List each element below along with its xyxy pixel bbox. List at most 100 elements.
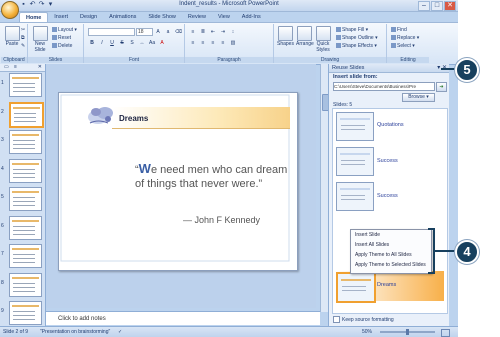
justify-icon[interactable]: ≡ xyxy=(219,39,227,47)
underline-icon[interactable]: U xyxy=(108,39,116,47)
close-pane-icon[interactable]: ✕ xyxy=(38,64,42,70)
line-spacing-icon[interactable]: ↕ xyxy=(229,28,237,36)
reset-button[interactable]: Reset xyxy=(52,35,71,41)
clear-formatting-icon[interactable]: ⌫ xyxy=(174,28,182,36)
step-5-callout: 5 xyxy=(455,58,479,82)
bold-icon[interactable]: B xyxy=(88,39,96,47)
office-button[interactable] xyxy=(1,1,19,19)
paragraph-group-label: Paragraph xyxy=(185,57,273,63)
tab-review[interactable]: Review xyxy=(182,12,212,22)
strikethrough-icon[interactable]: S xyxy=(118,39,126,47)
slide-thumbnail[interactable] xyxy=(9,73,42,97)
slide-thumbnail[interactable] xyxy=(9,130,42,154)
fit-to-window-icon[interactable] xyxy=(441,329,450,337)
tab-slide-show[interactable]: Slide Show xyxy=(142,12,182,22)
spacing-icon[interactable]: ↔ xyxy=(138,39,146,47)
layout-button[interactable]: Layout ▾ xyxy=(52,27,77,33)
select-button[interactable]: Select ▾ xyxy=(391,43,415,49)
shadow-icon[interactable]: S xyxy=(128,39,136,47)
tab-add-ins[interactable]: Add-Ins xyxy=(236,12,267,22)
find-button[interactable]: Find xyxy=(391,27,407,33)
paste-button[interactable]: Paste xyxy=(4,26,20,47)
italic-icon[interactable]: I xyxy=(98,39,106,47)
ribbon: Paste ✂ ⧉ ✎ Clipboard New Slide Layout ▾… xyxy=(0,22,458,65)
quick-styles-button[interactable]: Quick Styles xyxy=(315,26,331,53)
slide-position: Slide 2 of 9 xyxy=(3,329,29,335)
close-button[interactable]: ✕ xyxy=(444,1,456,11)
menu-insert-all-slides[interactable]: Insert All Slides xyxy=(355,242,389,248)
menu-apply-theme-all[interactable]: Apply Theme to All Slides xyxy=(355,252,412,258)
numbering-icon[interactable]: ≣ xyxy=(199,28,207,36)
slide-thumbnail[interactable] xyxy=(9,158,42,183)
font-color-icon[interactable]: A xyxy=(158,39,166,47)
slide-thumbnail-selected[interactable] xyxy=(9,101,44,128)
slide-thumbnail[interactable] xyxy=(9,187,42,211)
callout-5-leader xyxy=(441,68,456,70)
shape-outline-button[interactable]: Shape Outline ▾ xyxy=(336,35,378,41)
cut-icon[interactable]: ✂ xyxy=(21,27,25,33)
shape-fill-button[interactable]: Shape Fill ▾ xyxy=(336,27,368,33)
increase-indent-icon[interactable]: ⇥ xyxy=(219,28,227,36)
tab-design[interactable]: Design xyxy=(74,12,103,22)
slide-thumbnail[interactable] xyxy=(9,215,42,240)
current-slide[interactable]: Dreams “We need men who can dream of thi… xyxy=(58,92,298,271)
minimize-button[interactable]: – xyxy=(418,1,430,11)
keep-source-formatting[interactable]: Keep source formatting xyxy=(333,316,394,323)
keep-formatting-checkbox[interactable] xyxy=(333,316,340,323)
delete-button[interactable]: Delete xyxy=(52,43,72,49)
reuse-slide-thumb[interactable] xyxy=(336,112,374,141)
bullets-icon[interactable]: ≡ xyxy=(189,28,197,36)
quote-author[interactable]: — John F Kennedy xyxy=(183,215,260,225)
outline-tab-icon[interactable]: ≡ xyxy=(14,64,17,70)
font-size-box[interactable]: 18 xyxy=(136,28,153,36)
reuse-slide-thumb-selected[interactable] xyxy=(336,272,376,303)
slide-thumbnail[interactable] xyxy=(9,272,42,297)
font-format-controls: B I U S S ↔ Aa A xyxy=(88,39,166,47)
reuse-slide-label[interactable]: Quotations xyxy=(377,122,404,128)
go-arrow-button[interactable]: ➜ xyxy=(436,82,447,92)
align-left-icon[interactable]: ≡ xyxy=(189,39,197,47)
arrange-button[interactable]: Arrange xyxy=(296,26,314,47)
replace-button[interactable]: Replace ▾ xyxy=(391,35,419,41)
tab-view[interactable]: View xyxy=(212,12,236,22)
slide-thumbnail[interactable] xyxy=(9,244,42,268)
shapes-button[interactable]: Shapes xyxy=(277,26,294,47)
shape-effects-button[interactable]: Shape Effects ▾ xyxy=(336,43,377,49)
font-name-box[interactable] xyxy=(88,28,135,36)
reuse-slide-label[interactable]: Success xyxy=(377,193,398,199)
menu-insert-slide[interactable]: Insert Slide xyxy=(355,232,380,238)
change-case-icon[interactable]: Aa xyxy=(148,39,156,47)
slide-thumbnails-pane: ▭ ≡ ✕ 1 2 3 4 5 6 7 8 9 xyxy=(0,64,46,326)
slide-quote[interactable]: “We need men who can dream of things tha… xyxy=(135,162,291,191)
shrink-font-icon[interactable]: a xyxy=(164,28,172,36)
browse-button[interactable]: Browse ▾ xyxy=(402,93,435,102)
thumbnail-number: 7 xyxy=(1,251,4,257)
align-center-icon[interactable]: ≡ xyxy=(199,39,207,47)
zoom-slider[interactable] xyxy=(380,329,435,335)
format-painter-icon[interactable]: ✎ xyxy=(21,43,25,49)
maximize-button[interactable]: □ xyxy=(431,1,443,11)
new-slide-button[interactable]: New Slide xyxy=(31,26,49,53)
notes-pane[interactable]: Click to add notes xyxy=(46,311,320,325)
slide-title[interactable]: Dreams xyxy=(119,114,148,123)
slides-tab-icon[interactable]: ▭ xyxy=(4,64,9,70)
reuse-slide-thumb[interactable] xyxy=(336,147,374,176)
columns-icon[interactable]: ▥ xyxy=(229,39,237,47)
align-right-icon[interactable]: ≡ xyxy=(209,39,217,47)
zoom-slider-handle[interactable] xyxy=(406,329,409,335)
decrease-indent-icon[interactable]: ⇤ xyxy=(209,28,217,36)
reuse-slide-label[interactable]: Dreams xyxy=(377,282,396,288)
zoom-level[interactable]: 50% xyxy=(362,327,372,337)
delete-icon xyxy=(52,43,57,49)
grow-font-icon[interactable]: A xyxy=(154,28,162,36)
source-path-input[interactable]: C:\Users\Steve\Documents\Business\Pre xyxy=(333,82,435,91)
tab-insert[interactable]: Insert xyxy=(48,12,74,22)
spell-check-icon[interactable]: ✓ xyxy=(118,327,122,337)
copy-icon[interactable]: ⧉ xyxy=(21,35,25,41)
menu-apply-theme-selected[interactable]: Apply Theme to Selected Slides xyxy=(355,262,426,268)
tab-animations[interactable]: Animations xyxy=(103,12,142,22)
find-icon xyxy=(391,27,396,33)
slide-thumbnail[interactable] xyxy=(9,301,42,325)
reuse-slide-thumb[interactable] xyxy=(336,182,374,211)
reuse-slide-label[interactable]: Success xyxy=(377,158,398,164)
